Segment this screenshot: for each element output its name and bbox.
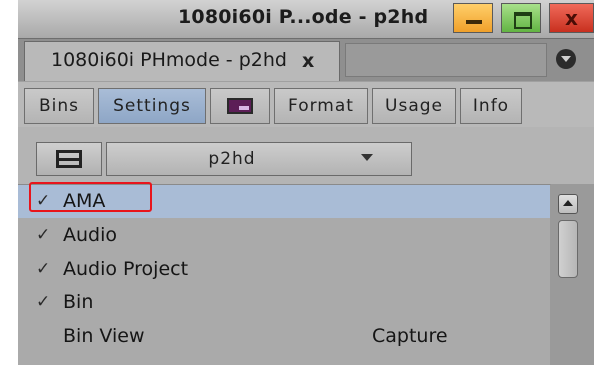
scroll-thumb[interactable] — [558, 220, 578, 278]
list-item-audio-project[interactable]: ✓ Audio Project — [18, 253, 550, 286]
tab-monitor[interactable] — [210, 88, 270, 124]
tab-settings[interactable]: Settings — [98, 88, 206, 124]
list-item-label: Bin — [63, 291, 94, 313]
list-item-label: Audio Project — [63, 258, 189, 280]
list-item-label: Bin View — [63, 325, 145, 347]
document-tab-label: 1080i60i PHmode - p2hd — [51, 49, 287, 71]
list-scrollbar[interactable] — [551, 184, 594, 365]
tab-bins-label: Bins — [38, 96, 80, 116]
settings-toolbar: p2hd — [18, 127, 594, 184]
tab-menu-icon[interactable] — [556, 49, 576, 69]
document-tab[interactable]: 1080i60i PHmode - p2hd x — [24, 41, 340, 81]
list-item-audio[interactable]: ✓ Audio — [18, 219, 550, 252]
list-item-label: Audio — [63, 224, 118, 246]
check-icon: ✓ — [36, 259, 51, 279]
title-bar[interactable]: 1080i60i P...ode - p2hd x — [18, 0, 594, 39]
tab-close-icon[interactable]: x — [302, 50, 314, 72]
close-window-button[interactable]: x — [549, 3, 594, 33]
document-tab-bar: 1080i60i PHmode - p2hd x — [18, 39, 594, 81]
tab-format[interactable]: Format — [274, 88, 368, 124]
check-icon: ✓ — [36, 225, 51, 245]
window-title: 1080i60i P...ode - p2hd — [178, 6, 429, 28]
tab-info[interactable]: Info — [460, 88, 522, 124]
tab-bins[interactable]: Bins — [24, 88, 94, 124]
tab-usage[interactable]: Usage — [372, 88, 456, 124]
list-item-value: Capture — [372, 325, 448, 347]
list-item-bin[interactable]: ✓ Bin — [18, 286, 550, 319]
tab-format-label: Format — [288, 96, 354, 116]
settings-window: 1080i60i P...ode - p2hd x 1080i60i PHmod… — [18, 0, 594, 365]
settings-panel: p2hd ✓ AMA ✓ Audio ✓ Audio Project ✓ Bin — [18, 127, 594, 365]
split-view-icon — [56, 150, 82, 168]
minimize-button[interactable] — [453, 3, 493, 33]
check-icon: ✓ — [36, 292, 51, 312]
tab-usage-label: Usage — [385, 96, 443, 116]
empty-tab-area — [345, 43, 547, 77]
maximize-button[interactable] — [501, 3, 541, 33]
list-item-bin-view[interactable]: Bin View Capture — [18, 320, 550, 353]
chevron-down-icon — [361, 154, 373, 161]
settings-dropdown-value: p2hd — [208, 149, 256, 169]
monitor-icon — [227, 98, 253, 114]
settings-subtabs: Bins Settings Format Usage Info — [18, 81, 594, 128]
tab-info-label: Info — [472, 96, 510, 116]
view-toggle-button[interactable] — [36, 142, 102, 176]
close-icon: x — [565, 6, 578, 30]
settings-dropdown[interactable]: p2hd — [106, 142, 412, 176]
highlight-box — [29, 182, 152, 212]
scroll-up-icon[interactable] — [558, 194, 578, 214]
tab-settings-label: Settings — [113, 96, 191, 116]
